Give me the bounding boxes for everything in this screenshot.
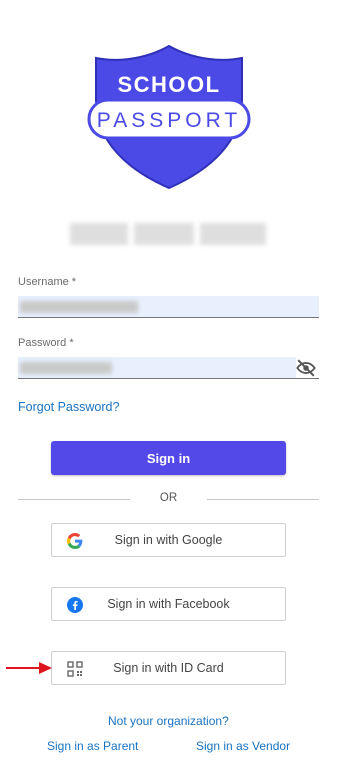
sign-in-as-parent-link[interactable]: Sign in as Parent [47,739,138,753]
eye-off-icon[interactable] [295,357,317,379]
username-field: Username * [18,276,319,318]
password-value-masked [20,362,112,374]
logo-line2: PASSPORT [97,109,241,132]
google-icon [67,533,83,549]
sign-in-as-vendor-link[interactable]: Sign in as Vendor [196,739,290,753]
password-field: Password * [18,337,319,379]
or-divider: OR [18,492,319,506]
organization-name-part [134,223,194,245]
organization-name [70,223,266,245]
logo-line1: SCHOOL [117,72,220,97]
organization-name-part [70,223,128,245]
username-label: Username * [18,276,77,288]
sign-in-button[interactable]: Sign in [51,441,286,475]
red-arrow-icon [6,662,52,674]
idcard-button-label: Sign in with ID Card [113,661,224,675]
sign-in-idcard-button[interactable]: Sign in with ID Card [51,651,286,685]
facebook-icon [67,597,83,613]
divider-line-right [207,499,319,500]
forgot-password-link[interactable]: Forgot Password? [18,400,119,414]
school-passport-logo: SCHOOL PASSPORT [87,44,251,190]
username-value-masked [20,301,138,313]
sign-in-facebook-button[interactable]: Sign in with Facebook [51,587,286,621]
password-label: Password * [18,337,74,349]
facebook-button-label: Sign in with Facebook [107,597,230,611]
qr-code-icon [67,661,83,677]
or-label: OR [159,492,178,504]
username-input[interactable] [18,296,319,318]
google-button-label: Sign in with Google [114,533,223,547]
organization-name-part [200,223,266,245]
sign-in-google-button[interactable]: Sign in with Google [51,523,286,557]
not-your-organization-link[interactable]: Not your organization? [108,714,229,728]
password-input[interactable] [18,357,319,379]
